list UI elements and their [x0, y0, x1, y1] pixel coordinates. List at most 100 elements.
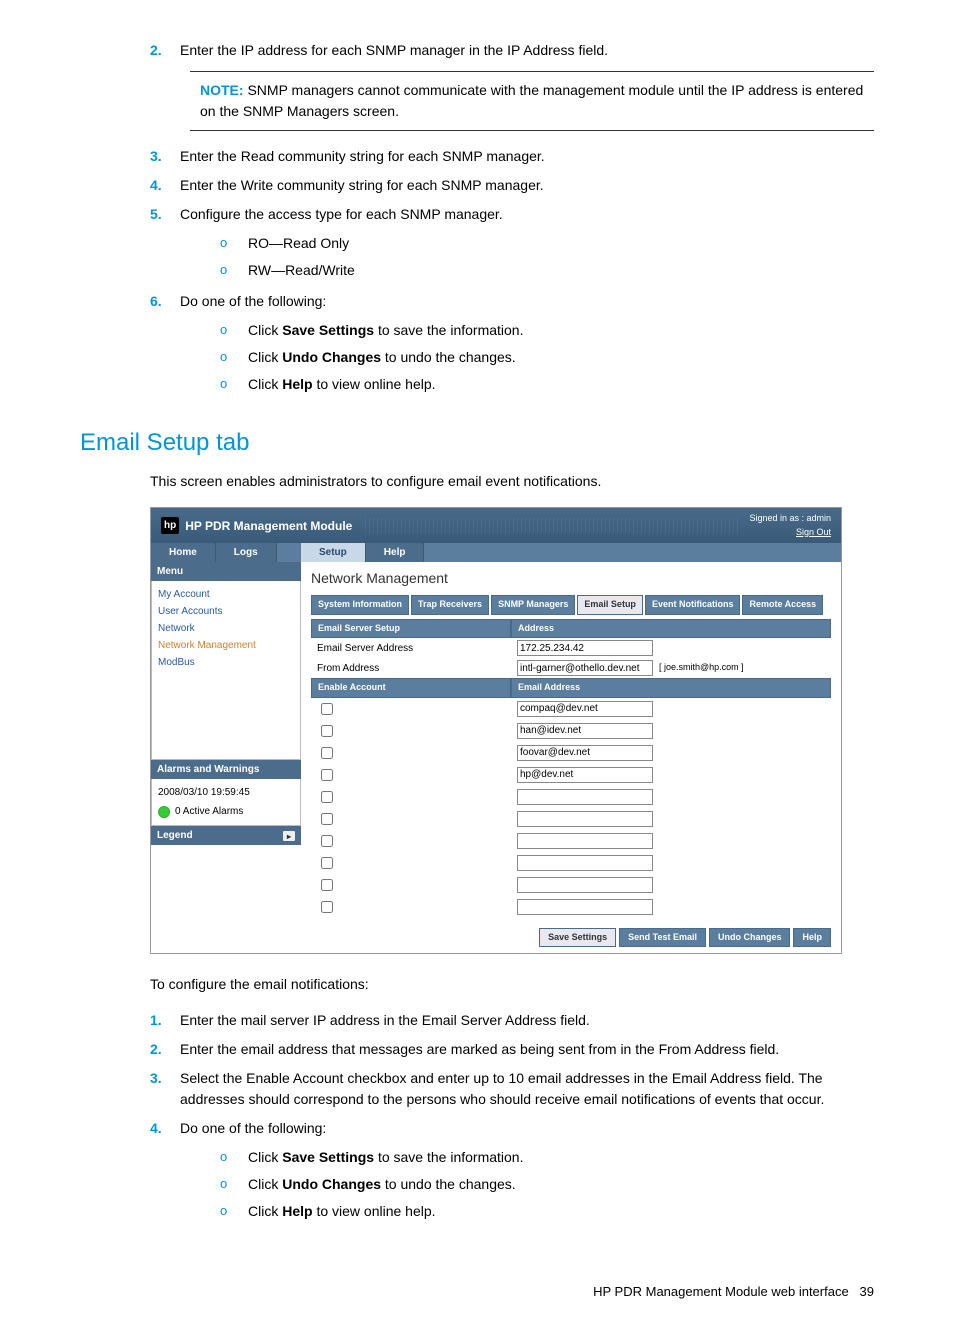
sub-text: Click Undo Changes to undo the changes.: [248, 347, 516, 368]
step-number: 4.: [150, 175, 180, 196]
step-text: Enter the IP address for each SNMP manag…: [180, 40, 874, 61]
step-text: Do one of the following:: [180, 1118, 874, 1139]
checkbox-enable-7[interactable]: [321, 857, 333, 869]
input-email-4[interactable]: [517, 789, 653, 805]
panel-title: Network Management: [311, 568, 831, 589]
menu-modbus[interactable]: ModBus: [158, 655, 294, 670]
menu-my-account[interactable]: My Account: [158, 587, 294, 602]
active-alarms: 0 Active Alarms: [175, 804, 243, 819]
step-number: 5.: [150, 204, 180, 225]
sign-out-link[interactable]: Sign Out: [749, 526, 831, 540]
send-test-email-button[interactable]: Send Test Email: [619, 928, 706, 948]
subtab-remote-access[interactable]: Remote Access: [742, 595, 823, 615]
menu-network-management[interactable]: Network Management: [158, 638, 294, 653]
checkbox-enable-9[interactable]: [321, 901, 333, 913]
undo-changes-button[interactable]: Undo Changes: [709, 928, 791, 948]
checkbox-enable-6[interactable]: [321, 835, 333, 847]
step-list-bottom: 1.Enter the mail server IP address in th…: [150, 1010, 874, 1139]
input-email-5[interactable]: [517, 811, 653, 827]
section-heading: Email Setup tab: [80, 425, 874, 461]
input-email-0[interactable]: [517, 701, 653, 717]
left-column: Menu My Account User Accounts Network Ne…: [151, 562, 301, 953]
section-intro: This screen enables administrators to co…: [150, 471, 874, 492]
col-header-enable: Enable Account: [311, 678, 511, 698]
ok-icon: [158, 806, 170, 818]
checkbox-enable-0[interactable]: [321, 703, 333, 715]
input-from-address[interactable]: [517, 660, 653, 676]
footer-text: HP PDR Management Module web interface: [593, 1284, 849, 1299]
sub-bullet: o: [220, 1174, 248, 1195]
step-text: Select the Enable Account checkbox and e…: [180, 1068, 874, 1110]
sub-text: Click Help to view online help.: [248, 374, 436, 395]
from-hint: [ joe.smith@hp.com ]: [659, 661, 744, 675]
input-email-8[interactable]: [517, 877, 653, 893]
page-number: 39: [860, 1284, 874, 1299]
tab-setup[interactable]: Setup: [301, 543, 366, 562]
help-button[interactable]: Help: [793, 928, 831, 948]
screenshot: hp HP PDR Management Module Signed in as…: [150, 507, 842, 954]
shot-header: hp HP PDR Management Module Signed in as…: [151, 508, 841, 543]
input-email-7[interactable]: [517, 855, 653, 871]
page-footer: HP PDR Management Module web interface 3…: [80, 1282, 874, 1302]
save-settings-button[interactable]: Save Settings: [539, 928, 616, 948]
col-header-ess: Email Server Setup: [311, 619, 511, 639]
input-email-3[interactable]: [517, 767, 653, 783]
alarms-body: 2008/03/10 19:59:45 0 Active Alarms: [151, 779, 301, 826]
legend-label: Legend: [157, 828, 193, 843]
step-text: Enter the Read community string for each…: [180, 146, 874, 167]
tab-logs[interactable]: Logs: [216, 543, 277, 562]
right-column: Network Management System Information Tr…: [301, 562, 841, 953]
shot-title: HP PDR Management Module: [185, 517, 352, 535]
checkbox-enable-4[interactable]: [321, 791, 333, 803]
signin-as: Signed in as : admin: [749, 512, 831, 526]
sub-text: RW—Read/Write: [248, 260, 355, 281]
subtab-snmp-managers[interactable]: SNMP Managers: [491, 595, 575, 615]
note-text: SNMP managers cannot communicate with th…: [200, 82, 863, 119]
subtab-system-info[interactable]: System Information: [311, 595, 409, 615]
note-label: NOTE:: [200, 82, 244, 98]
checkbox-enable-2[interactable]: [321, 747, 333, 759]
sub-text: Click Save Settings to save the informat…: [248, 1147, 523, 1168]
input-email-9[interactable]: [517, 899, 653, 915]
checkbox-enable-5[interactable]: [321, 813, 333, 825]
menu-user-accounts[interactable]: User Accounts: [158, 604, 294, 619]
sub-bullet: o: [220, 1147, 248, 1168]
step-number: 6.: [150, 291, 180, 312]
sub-text: RO—Read Only: [248, 233, 349, 254]
subtab-email-setup[interactable]: Email Setup: [577, 595, 643, 615]
tab-help[interactable]: Help: [366, 543, 425, 562]
sub-list-bottom: oClick Save Settings to save the informa…: [220, 1147, 874, 1222]
input-email-1[interactable]: [517, 723, 653, 739]
checkbox-enable-1[interactable]: [321, 725, 333, 737]
button-row: Save Settings Send Test Email Undo Chang…: [311, 928, 831, 948]
step-number: 3.: [150, 1068, 180, 1110]
tab-home[interactable]: Home: [151, 543, 216, 562]
sub-list-5: oRO—Read Only oRW—Read/Write: [220, 233, 874, 281]
step-list-middle: 3. Enter the Read community string for e…: [150, 146, 874, 225]
top-tab-row: Home Logs Setup Help: [151, 543, 841, 562]
step-text: Configure the access type for each SNMP …: [180, 204, 874, 225]
subtab-trap-receivers[interactable]: Trap Receivers: [411, 595, 489, 615]
step-number: 2.: [150, 40, 180, 61]
expand-icon[interactable]: ▸: [283, 831, 295, 841]
checkbox-enable-3[interactable]: [321, 769, 333, 781]
sub-bullet: o: [220, 233, 248, 254]
checkbox-enable-8[interactable]: [321, 879, 333, 891]
note-box: NOTE: SNMP managers cannot communicate w…: [190, 71, 874, 131]
label-email-server-address: Email Server Address: [311, 638, 511, 658]
email-form: Email Server Setup Address Email Server …: [311, 619, 831, 918]
step-text: Do one of the following:: [180, 291, 874, 312]
input-email-6[interactable]: [517, 833, 653, 849]
sub-bullet: o: [220, 1201, 248, 1222]
sub-bullet: o: [220, 374, 248, 395]
step-number: 2.: [150, 1039, 180, 1060]
alarms-header: Alarms and Warnings: [151, 760, 301, 779]
sub-list-6: oClick Save Settings to save the informa…: [220, 320, 874, 395]
legend-header[interactable]: Legend ▸: [151, 826, 301, 845]
post-intro: To configure the email notifications:: [150, 974, 874, 995]
subtab-event-notifications[interactable]: Event Notifications: [645, 595, 741, 615]
menu-network[interactable]: Network: [158, 621, 294, 636]
input-email-2[interactable]: [517, 745, 653, 761]
step-text: Enter the email address that messages ar…: [180, 1039, 874, 1060]
input-email-server-address[interactable]: [517, 640, 653, 656]
